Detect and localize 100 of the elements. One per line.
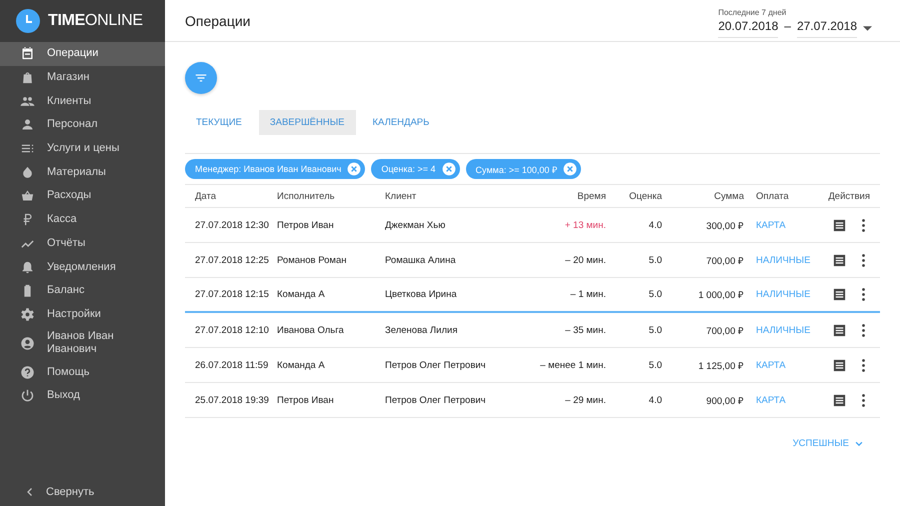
collapse-button[interactable]: Свернуть xyxy=(0,476,165,506)
table-cell-text: Петров Олег Петрович xyxy=(385,394,487,406)
help-icon xyxy=(20,364,35,380)
column-header: Время xyxy=(576,190,607,202)
table-cell-text: 27.07.2018 12:10 xyxy=(195,324,270,336)
table-row[interactable]: 26.07.2018 11:59 Команда А Петров Олег Петрович – менее 1 мин. 5.0 1 125,00 ₽ КАРТА xyxy=(185,348,880,383)
sidebar-item[interactable]: Иванов Иван Иванович xyxy=(0,326,165,360)
table-row[interactable]: 25.07.2018 19:39 Петров Иван Петров Олег Петрович – 29 мин. 4.0 900,00 ₽ КАРТА xyxy=(185,383,880,418)
table-cell-text: 27.07.2018 12:25 xyxy=(195,254,270,266)
table-cell-text: – 29 мин. xyxy=(564,394,607,406)
sidebar-item[interactable]: Баланс xyxy=(0,278,165,303)
table-cell-text: Романов Роман xyxy=(277,254,348,266)
table-cell-text: 5.0 xyxy=(648,360,663,370)
table-cell-text: Джекман Хью xyxy=(385,220,446,230)
more-icon[interactable] xyxy=(861,392,866,408)
sidebar-item[interactable]: Выход xyxy=(0,384,165,408)
sidebar-item[interactable]: Клиенты xyxy=(0,89,165,114)
sidebar-item[interactable]: Операции xyxy=(0,42,165,66)
table-cell-text: 900,00 ₽ xyxy=(705,394,745,406)
table-cell-text: 5.0 xyxy=(648,324,663,336)
table-row[interactable]: 27.07.2018 12:30 Петров Иван Джекман Хью + 13 мин. 4.0 300,00 ₽ КАРТА xyxy=(185,208,880,243)
table-cell-text: 5.0 xyxy=(648,254,663,266)
table-cell-text: – 1 мин. xyxy=(569,289,607,300)
table-row[interactable]: 27.07.2018 12:10 Иванова Ольга Зеленова Лилия – 35 мин. 5.0 700,00 ₽ НАЛИЧНЫЕ xyxy=(185,313,880,348)
column-header: Оценка xyxy=(628,190,663,202)
page-title: Операции xyxy=(185,12,250,28)
remove-icon[interactable] xyxy=(347,162,362,176)
filter-chip-label: Сумма: >= 100,00 ₽ xyxy=(476,164,557,176)
more-icon[interactable] xyxy=(861,322,866,338)
basket-icon xyxy=(20,188,35,204)
table-cell-text: 4.0 xyxy=(648,394,663,406)
more-icon[interactable] xyxy=(861,252,866,268)
sidebar-item[interactable]: Услуги и цены xyxy=(0,136,165,160)
details-icon[interactable] xyxy=(832,287,847,302)
column-header: Оплата xyxy=(755,190,790,202)
table-cell-text: 4.0 xyxy=(648,220,663,230)
table-cell-text: Команда А xyxy=(277,360,326,370)
table-cell-text: 1 125,00 ₽ xyxy=(697,360,745,372)
column-header: Сумма xyxy=(713,190,745,202)
dropdown-caret-icon[interactable] xyxy=(863,26,872,30)
table-cell-text: 300,00 ₽ xyxy=(705,220,745,232)
table-cell-text: Зеленова Лилия xyxy=(385,324,458,336)
filter-button[interactable] xyxy=(185,62,217,94)
table-cell-text: Цветкова Ирина xyxy=(385,289,458,300)
sidebar-item[interactable]: Персонал xyxy=(0,113,165,137)
more-icon[interactable] xyxy=(861,287,866,302)
power-icon xyxy=(20,388,35,404)
column-header: Клиент xyxy=(385,190,418,202)
filter-chip-label: Оценка: >= 4 xyxy=(381,164,436,174)
table-cell-text: – менее 1 мин. xyxy=(539,360,607,370)
bag-icon xyxy=(20,70,35,86)
more-icon[interactable] xyxy=(861,218,866,232)
table-cell-text: 27.07.2018 12:15 xyxy=(195,289,270,300)
table-cell-text: Петров Олег Петрович xyxy=(385,360,487,370)
details-icon[interactable] xyxy=(832,252,847,268)
sidebar-item[interactable]: Уведомления xyxy=(0,255,165,279)
calendar-icon xyxy=(20,46,35,62)
logo-text: TIMEONLINE xyxy=(48,12,143,30)
table-cell-text: – 20 мин. xyxy=(564,254,607,266)
account-icon xyxy=(20,336,35,351)
settings-icon xyxy=(20,306,35,322)
filter-chip-label: Менеджер: Иванов Иван Иванович xyxy=(195,164,342,174)
period-label: Последние 7 дней xyxy=(718,8,788,16)
sidebar-item[interactable]: Материалы xyxy=(0,160,165,184)
bell-icon xyxy=(20,260,35,275)
date-field[interactable]: 20.07.2018 xyxy=(718,18,778,38)
drop-icon xyxy=(20,164,35,180)
table-cell-text: Петров Иван xyxy=(277,220,335,230)
table-row[interactable]: 27.07.2018 12:25 Романов Роман Ромашка Алина – 20 мин. 5.0 700,00 ₽ НАЛИЧНЫЕ xyxy=(185,243,880,278)
sidebar-item[interactable]: Магазин xyxy=(0,66,165,90)
sidebar-item[interactable]: Настройки xyxy=(0,302,165,326)
details-icon[interactable] xyxy=(832,392,847,408)
table-cell-text: 1 000,00 ₽ xyxy=(697,289,745,301)
date-field[interactable]: 27.07.2018 xyxy=(796,18,857,38)
details-icon[interactable] xyxy=(832,358,847,372)
table-cell-text: 700,00 ₽ xyxy=(705,324,745,336)
column-header: Исполнитель xyxy=(277,190,336,202)
table-row[interactable]: 27.07.2018 12:15 Команда А Цветкова Ирина – 1 мин. 5.0 1 000,00 ₽ НАЛИЧНЫЕ xyxy=(185,278,880,313)
date-separator: – xyxy=(784,19,791,35)
details-icon[interactable] xyxy=(832,218,847,232)
remove-icon[interactable] xyxy=(442,162,456,176)
sidebar-item[interactable]: Помощь xyxy=(0,360,165,384)
sidebar-item[interactable]: Расходы xyxy=(0,184,165,208)
table-cell-text: – 35 мин. xyxy=(564,324,607,336)
table-cell-text: 27.07.2018 12:30 xyxy=(195,220,270,230)
sidebar-item[interactable]: Касса xyxy=(0,208,165,232)
table-cell-text: 26.07.2018 11:59 xyxy=(195,360,270,370)
table-cell-text: 25.07.2018 19:39 xyxy=(195,394,270,406)
person-icon xyxy=(20,117,35,132)
more-icon[interactable] xyxy=(861,358,866,372)
column-header: Дата xyxy=(195,190,218,202)
remove-icon[interactable] xyxy=(562,162,577,176)
table-cell-text: 700,00 ₽ xyxy=(705,254,745,266)
table-cell-text: + 13 мин. xyxy=(564,220,607,230)
details-icon[interactable] xyxy=(832,322,847,338)
column-header: Действия xyxy=(828,190,871,202)
sidebar-item[interactable]: Отчёты xyxy=(0,232,165,256)
clock-logo-icon xyxy=(16,9,40,33)
table-cell-text: Команда А xyxy=(277,289,326,300)
table-cell-text: Петров Иван xyxy=(277,394,335,406)
